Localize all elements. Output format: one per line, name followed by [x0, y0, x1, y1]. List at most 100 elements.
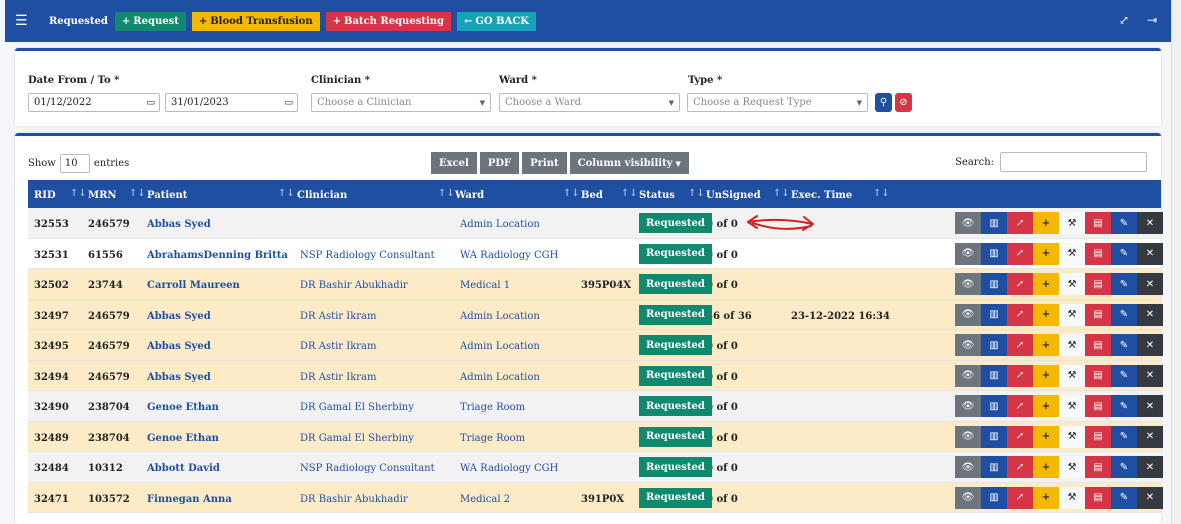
- chart-icon[interactable]: ▥: [981, 242, 1007, 265]
- ward-select[interactable]: Choose a Ward ▼: [499, 93, 680, 112]
- close-icon[interactable]: ✕: [1137, 425, 1163, 448]
- add-icon[interactable]: +: [1033, 456, 1059, 478]
- pdf-icon[interactable]: ▤: [1085, 425, 1111, 448]
- chart-icon[interactable]: ▥: [981, 273, 1007, 295]
- sort-icon[interactable]: ↑↓: [129, 188, 146, 199]
- cell-ward[interactable]: WA Radiology CGH: [460, 250, 558, 261]
- add-icon[interactable]: +: [1033, 303, 1059, 326]
- trend-icon[interactable]: ↗: [1007, 425, 1033, 448]
- entries-select[interactable]: 10: [59, 154, 90, 173]
- cell-ward[interactable]: Triage Room: [460, 402, 525, 413]
- chart-icon[interactable]: ▥: [981, 364, 1007, 387]
- sort-icon[interactable]: ↑↓: [688, 188, 705, 199]
- expand-icon[interactable]: ⤢: [1119, 13, 1129, 27]
- cell-ward[interactable]: Medical 1: [460, 280, 510, 291]
- tool-icon[interactable]: ⚒: [1059, 456, 1085, 478]
- col-rid[interactable]: RID: [34, 190, 56, 201]
- tool-icon[interactable]: ⚒: [1059, 486, 1085, 509]
- cell-clinician[interactable]: NSP Radiology Consultant: [300, 250, 435, 261]
- trend-icon[interactable]: ↗: [1007, 303, 1033, 326]
- add-icon[interactable]: +: [1033, 334, 1059, 356]
- cell-patient[interactable]: Finnegan Anna: [147, 494, 232, 505]
- col-ward[interactable]: Ward: [455, 190, 484, 201]
- table-row[interactable]: 32495 246579 Abbas Syed DR Astir Ikram Admin…: [28, 330, 1163, 361]
- cell-ward[interactable]: Admin Location: [460, 341, 540, 352]
- table-row[interactable]: 32494 246579 Abbas Syed DR Astir Ikram Admin…: [28, 360, 1163, 391]
- pdf-icon[interactable]: ▤: [1085, 486, 1111, 509]
- cell-clinician[interactable]: DR Astir Ikram: [300, 311, 377, 322]
- table-row[interactable]: 32497 246579 Abbas Syed DR Astir Ikram Admin…: [28, 299, 1163, 330]
- cell-clinician[interactable]: NSP Radiology Consultant: [300, 463, 435, 474]
- trend-icon[interactable]: ↗: [1007, 334, 1033, 356]
- add-icon[interactable]: +: [1033, 242, 1059, 265]
- chart-icon[interactable]: ▥: [981, 425, 1007, 448]
- edit-icon[interactable]: ✎: [1111, 425, 1137, 448]
- view-icon[interactable]: 👁: [955, 425, 981, 448]
- chart-icon[interactable]: ▥: [981, 212, 1007, 234]
- trend-icon[interactable]: ↗: [1007, 364, 1033, 387]
- cell-patient[interactable]: Genoe Ethan: [147, 402, 219, 413]
- status-badge[interactable]: Requested: [639, 365, 712, 386]
- cell-clinician[interactable]: DR Bashir Abukhadir: [300, 494, 408, 505]
- logout-icon[interactable]: ⇥: [1147, 13, 1157, 27]
- cell-clinician[interactable]: DR Astir Ikram: [300, 341, 377, 352]
- close-icon[interactable]: ✕: [1137, 212, 1163, 234]
- add-icon[interactable]: +: [1033, 212, 1059, 234]
- close-icon[interactable]: ✕: [1137, 334, 1163, 356]
- go-back-button[interactable]: ← GO BACK: [457, 11, 536, 31]
- table-row[interactable]: 32490 238704 Genoe Ethan DR Gamal El Sherbi…: [28, 391, 1163, 422]
- pdf-icon[interactable]: ▤: [1085, 395, 1111, 417]
- cell-patient[interactable]: Genoe Ethan: [147, 433, 219, 444]
- view-icon[interactable]: 👁: [955, 395, 981, 417]
- pdf-icon[interactable]: ▤: [1085, 334, 1111, 356]
- cell-clinician[interactable]: DR Astir Ikram: [300, 372, 377, 383]
- chart-icon[interactable]: ▥: [981, 456, 1007, 478]
- cell-clinician[interactable]: DR Gamal El Sherbiny: [300, 402, 414, 413]
- col-patient[interactable]: Patient: [147, 190, 187, 201]
- clear-filter-button[interactable]: ⊘: [895, 93, 912, 112]
- view-icon[interactable]: 👁: [955, 303, 981, 326]
- cell-clinician[interactable]: DR Gamal El Sherbiny: [300, 433, 414, 444]
- pdf-icon[interactable]: ▤: [1085, 242, 1111, 265]
- close-icon[interactable]: ✕: [1137, 242, 1163, 265]
- tool-icon[interactable]: ⚒: [1059, 334, 1085, 356]
- edit-icon[interactable]: ✎: [1111, 303, 1137, 326]
- view-icon[interactable]: 👁: [955, 456, 981, 478]
- close-icon[interactable]: ✕: [1137, 456, 1163, 478]
- trend-icon[interactable]: ↗: [1007, 456, 1033, 478]
- table-row[interactable]: 32502 23744 Carroll Maureen DR Bashir Abukh…: [28, 269, 1163, 300]
- add-icon[interactable]: +: [1033, 395, 1059, 417]
- close-icon[interactable]: ✕: [1137, 273, 1163, 295]
- edit-icon[interactable]: ✎: [1111, 334, 1137, 356]
- calendar-icon[interactable]: ▭: [284, 98, 293, 108]
- status-badge[interactable]: Requested: [639, 487, 712, 508]
- status-badge[interactable]: Requested: [639, 304, 712, 325]
- sort-icon[interactable]: ↑↓: [70, 188, 87, 199]
- trend-icon[interactable]: ↗: [1007, 242, 1033, 265]
- menu-icon[interactable]: ☰: [15, 13, 37, 29]
- pdf-icon[interactable]: ▤: [1085, 212, 1111, 234]
- col-status[interactable]: Status: [639, 190, 675, 201]
- tool-icon[interactable]: ⚒: [1059, 395, 1085, 417]
- add-icon[interactable]: +: [1033, 273, 1059, 295]
- edit-icon[interactable]: ✎: [1111, 486, 1137, 509]
- table-row[interactable]: 32553 246579 Abbas Syed Admin Location 0 of …: [28, 208, 1163, 239]
- search-button[interactable]: ⚲: [875, 93, 892, 112]
- close-icon[interactable]: ✕: [1137, 395, 1163, 417]
- view-icon[interactable]: 👁: [955, 364, 981, 387]
- table-row[interactable]: 32471 103572 Finnegan Anna DR Bashir Abukha…: [28, 482, 1163, 513]
- cell-patient[interactable]: Abbas Syed: [147, 311, 211, 322]
- pdf-icon[interactable]: ▤: [1085, 273, 1111, 295]
- pdf-button[interactable]: PDF: [479, 152, 520, 174]
- excel-button[interactable]: Excel: [431, 152, 477, 174]
- sort-icon[interactable]: ↑↓: [773, 188, 790, 199]
- cell-patient[interactable]: Abbas Syed: [147, 372, 211, 383]
- chart-icon[interactable]: ▥: [981, 395, 1007, 417]
- search-input[interactable]: [1000, 152, 1147, 172]
- col-clinician[interactable]: Clinician: [297, 190, 347, 201]
- edit-icon[interactable]: ✎: [1111, 242, 1137, 265]
- date-to-input[interactable]: 31/01/2023 ▭: [165, 93, 298, 112]
- table-row[interactable]: 32531 61556 AbrahamsDenning Britta NSP Radi…: [28, 238, 1163, 269]
- page-scrollbar[interactable]: [1171, 0, 1181, 524]
- batch-requesting-button[interactable]: + Batch Requesting: [325, 11, 451, 31]
